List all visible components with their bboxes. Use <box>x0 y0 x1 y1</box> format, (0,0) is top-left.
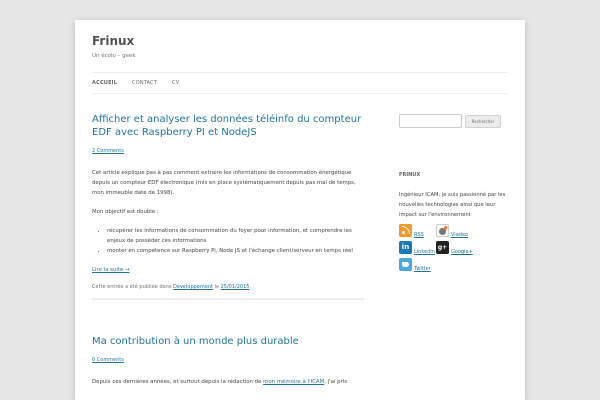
google-plus-icon[interactable]: g+ <box>436 241 449 254</box>
meta-suffix: . <box>249 284 252 290</box>
site-title[interactable]: Frinux <box>92 34 134 48</box>
search-input[interactable] <box>399 114 462 128</box>
comments-link[interactable]: 2 Comments <box>92 148 364 154</box>
linkedin-icon[interactable]: in <box>399 241 412 254</box>
nav-item-cv[interactable]: CV <box>172 80 179 86</box>
post-article: Afficher et analyser les données téléinf… <box>92 113 364 300</box>
post-paragraph: Mon objectif est double : <box>92 209 159 215</box>
nav-item-contact[interactable]: CONTACT <box>132 80 157 86</box>
page: Frinux Un écolo – geek ACCUEIL CONTACT C… <box>75 20 525 400</box>
twitter-icon[interactable] <box>399 258 412 271</box>
rss-icon[interactable] <box>399 224 412 237</box>
linkedin-link[interactable]: LinkedIn <box>414 249 435 255</box>
meta-middle: le <box>214 284 220 290</box>
content-area: Afficher et analyser les données téléinf… <box>92 113 364 396</box>
post-title[interactable]: Afficher et analyser les données téléinf… <box>92 113 364 139</box>
post-paragraph-end: , j'ai pris <box>324 379 348 385</box>
widget-title: FRINUX <box>399 172 421 178</box>
list-item: récupérer les informations de consommati… <box>107 226 364 246</box>
social-row: Twitter <box>399 258 509 274</box>
memoire-link[interactable]: mon mémoire à l'ICAM <box>263 379 324 385</box>
social-row: RSS Viadeo <box>399 224 509 240</box>
twitter-link[interactable]: Twitter <box>414 266 431 272</box>
rss-link[interactable]: RSS <box>414 232 424 238</box>
comments-link[interactable]: 0 Comments <box>92 357 364 363</box>
category-link[interactable]: Développement <box>173 284 213 290</box>
post-content: Cet article explique pas à pas comment e… <box>92 168 364 275</box>
post-bullet-list: récupérer les informations de consommati… <box>107 226 364 256</box>
google-plus-link[interactable]: Google+ <box>451 249 473 255</box>
nav-item-accueil[interactable]: ACCUEIL <box>92 80 117 86</box>
post-content: Depuis ces dernières années, et surtout … <box>92 377 364 387</box>
widget-text: Ingénieur ICAM, je suis passionné par le… <box>399 192 506 218</box>
search-button[interactable]: Rechercher <box>465 115 501 128</box>
main-navigation: ACCUEIL CONTACT CV <box>92 72 508 94</box>
read-more-link[interactable]: Lire la suite → <box>92 267 130 273</box>
viadeo-icon[interactable] <box>436 224 449 237</box>
post-title[interactable]: Ma contribution à un monde plus durable <box>92 335 364 348</box>
viadeo-link[interactable]: Viadeo <box>451 232 468 238</box>
post-article: Ma contribution à un monde plus durable … <box>92 335 364 387</box>
post-paragraph: Cet article explique pas à pas comment e… <box>92 170 356 196</box>
list-item: monter en compétence sur Raspberry Pi, N… <box>107 246 364 256</box>
date-link[interactable]: 25/01/2015 <box>221 284 250 290</box>
social-row: in LinkedIn g+ Google+ <box>399 241 509 257</box>
meta-prefix: Cette entrée a été publiée dans <box>92 284 172 290</box>
post-meta: Cette entrée a été publiée dans Développ… <box>92 284 364 300</box>
site-description: Un écolo – geek <box>92 53 136 59</box>
post-paragraph: Depuis ces dernières années, et surtout … <box>92 379 262 385</box>
